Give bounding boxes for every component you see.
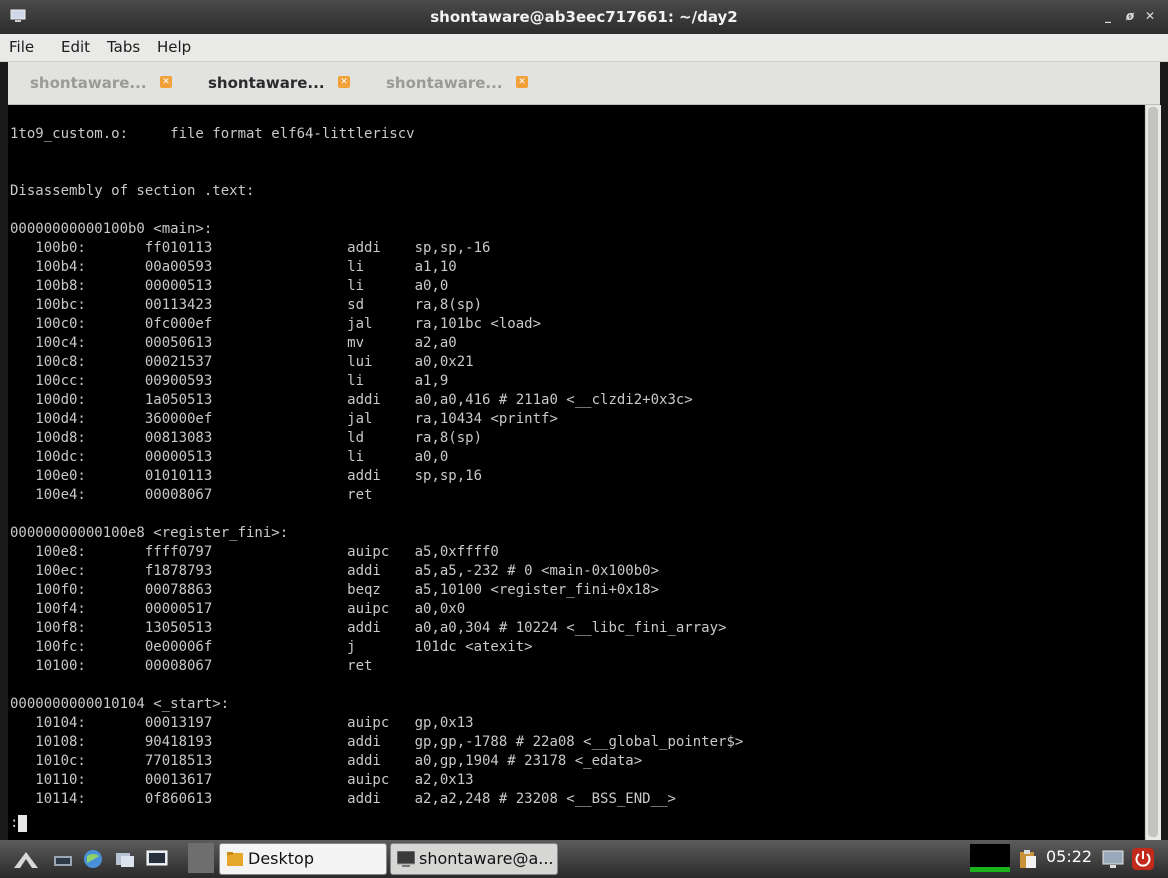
terminal-line: 100d8: 00813083 ld ra,8(sp) [10, 430, 483, 446]
terminal-line: 10104: 00013197 auipc gp,0x13 [10, 715, 474, 731]
taskbar: Desktop shontaware@a... 05:22 [0, 840, 1168, 878]
scrollbar-thumb[interactable] [1148, 107, 1158, 837]
tab-label: shontaware... [386, 74, 503, 92]
terminal-line: 100cc: 00900593 li a1,9 [10, 373, 449, 389]
terminal-line: 100e4: 00008067 ret [10, 487, 373, 503]
task-desktop[interactable]: Desktop [219, 843, 387, 875]
terminal-launcher-icon[interactable] [146, 848, 168, 870]
terminal-line: 100c0: 0fc000ef jal ra,101bc <load> [10, 316, 542, 332]
show-desktop-icon[interactable] [52, 848, 74, 870]
menu-help[interactable]: Help [157, 34, 191, 61]
text-cursor [18, 815, 27, 832]
terminal-line: 100dc: 00000513 li a0,0 [10, 449, 449, 465]
terminal-line: 10114: 0f860613 addi a2,a2,248 # 23208 <… [10, 791, 676, 807]
tab-label: shontaware... [30, 74, 147, 92]
terminal-line: 1to9_custom.o: file format elf64-littler… [10, 126, 415, 142]
tab-close-icon[interactable]: ✕ [516, 76, 528, 88]
terminal-line: 100c4: 00050613 mv a2,a0 [10, 335, 457, 351]
terminal-line: 100f8: 13050513 addi a0,a0,304 # 10224 <… [10, 620, 727, 636]
terminal-line: Disassembly of section .text: [10, 183, 255, 199]
tab-label: shontaware... [208, 74, 325, 92]
maximize-icon[interactable]: ø [1122, 8, 1138, 24]
terminal-line: 00000000000100b0 <main>: [10, 221, 213, 237]
terminal-line: 00000000000100e8 <register_fini>: [10, 525, 289, 541]
cpu-monitor [970, 844, 1010, 872]
terminal-line: 0000000000010104 <_start>: [10, 696, 230, 712]
scrollbar[interactable] [1145, 105, 1161, 840]
terminal-icon [397, 851, 415, 867]
tab-3[interactable]: shontaware... ✕ [386, 62, 528, 104]
terminal-line: 100f0: 00078863 beqz a5,10100 <register_… [10, 582, 660, 598]
task-label: shontaware@a... [419, 849, 554, 868]
terminal-line: 100b4: 00a00593 li a1,10 [10, 259, 457, 275]
display-icon[interactable] [1102, 848, 1124, 870]
terminal-window: shontaware@ab3eec717661: ~/day2 _ ø ✕ Fi… [0, 0, 1168, 840]
terminal-line: 100d4: 360000ef jal ra,10434 <printf> [10, 411, 558, 427]
menu-edit[interactable]: Edit [61, 34, 90, 61]
minimize-icon[interactable]: _ [1100, 8, 1116, 24]
browser-icon[interactable] [82, 848, 104, 870]
terminal-line: 10110: 00013617 auipc a2,0x13 [10, 772, 474, 788]
close-icon[interactable]: ✕ [1142, 8, 1158, 24]
menu-tabs[interactable]: Tabs [107, 34, 140, 61]
clipboard-icon[interactable] [1016, 848, 1038, 870]
title-bar[interactable]: shontaware@ab3eec717661: ~/day2 _ ø ✕ [0, 0, 1168, 34]
terminal-line: 10108: 90418193 addi gp,gp,-1788 # 22a08… [10, 734, 744, 750]
terminal-line: 100fc: 0e00006f j 101dc <atexit> [10, 639, 533, 655]
terminal-line: 100ec: f1878793 addi a5,a5,-232 # 0 <mai… [10, 563, 660, 579]
start-menu-icon[interactable] [12, 848, 40, 870]
terminal-output[interactable]: 1to9_custom.o: file format elf64-littler… [8, 105, 1144, 840]
tab-close-icon[interactable]: ✕ [160, 76, 172, 88]
file-manager-icon[interactable] [114, 848, 136, 870]
tab-2[interactable]: shontaware... ✕ [208, 62, 350, 104]
tab-bar: shontaware... ✕ shontaware... ✕ shontawa… [8, 62, 1160, 105]
terminal-line: 100b8: 00000513 li a0,0 [10, 278, 449, 294]
power-icon[interactable] [1132, 848, 1154, 870]
task-terminal[interactable]: shontaware@a... [390, 843, 558, 875]
terminal-line: 1010c: 77018513 addi a0,gp,1904 # 23178 … [10, 753, 643, 769]
menu-bar: File Edit Tabs Help [0, 34, 1168, 62]
terminal-line: 100d0: 1a050513 addi a0,a0,416 # 211a0 <… [10, 392, 693, 408]
terminal-line: 100e8: ffff0797 auipc a5,0xffff0 [10, 544, 499, 560]
terminal-line: 100e0: 01010113 addi sp,sp,16 [10, 468, 483, 484]
terminal-line: 100c8: 00021537 lui a0,0x21 [10, 354, 474, 370]
taskbar-separator [188, 843, 214, 873]
menu-file[interactable]: File [9, 34, 34, 61]
terminal-line: 10100: 00008067 ret [10, 658, 373, 674]
task-label: Desktop [248, 849, 314, 868]
tab-1[interactable]: shontaware... ✕ [30, 62, 172, 104]
folder-icon [227, 852, 243, 866]
terminal-line: 100f4: 00000517 auipc a0,0x0 [10, 601, 466, 617]
terminal-line: 100bc: 00113423 sd ra,8(sp) [10, 297, 483, 313]
tab-close-icon[interactable]: ✕ [338, 76, 350, 88]
window-title: shontaware@ab3eec717661: ~/day2 [430, 8, 738, 26]
terminal-line: 100b0: ff010113 addi sp,sp,-16 [10, 240, 491, 256]
clock[interactable]: 05:22 [1046, 840, 1092, 878]
